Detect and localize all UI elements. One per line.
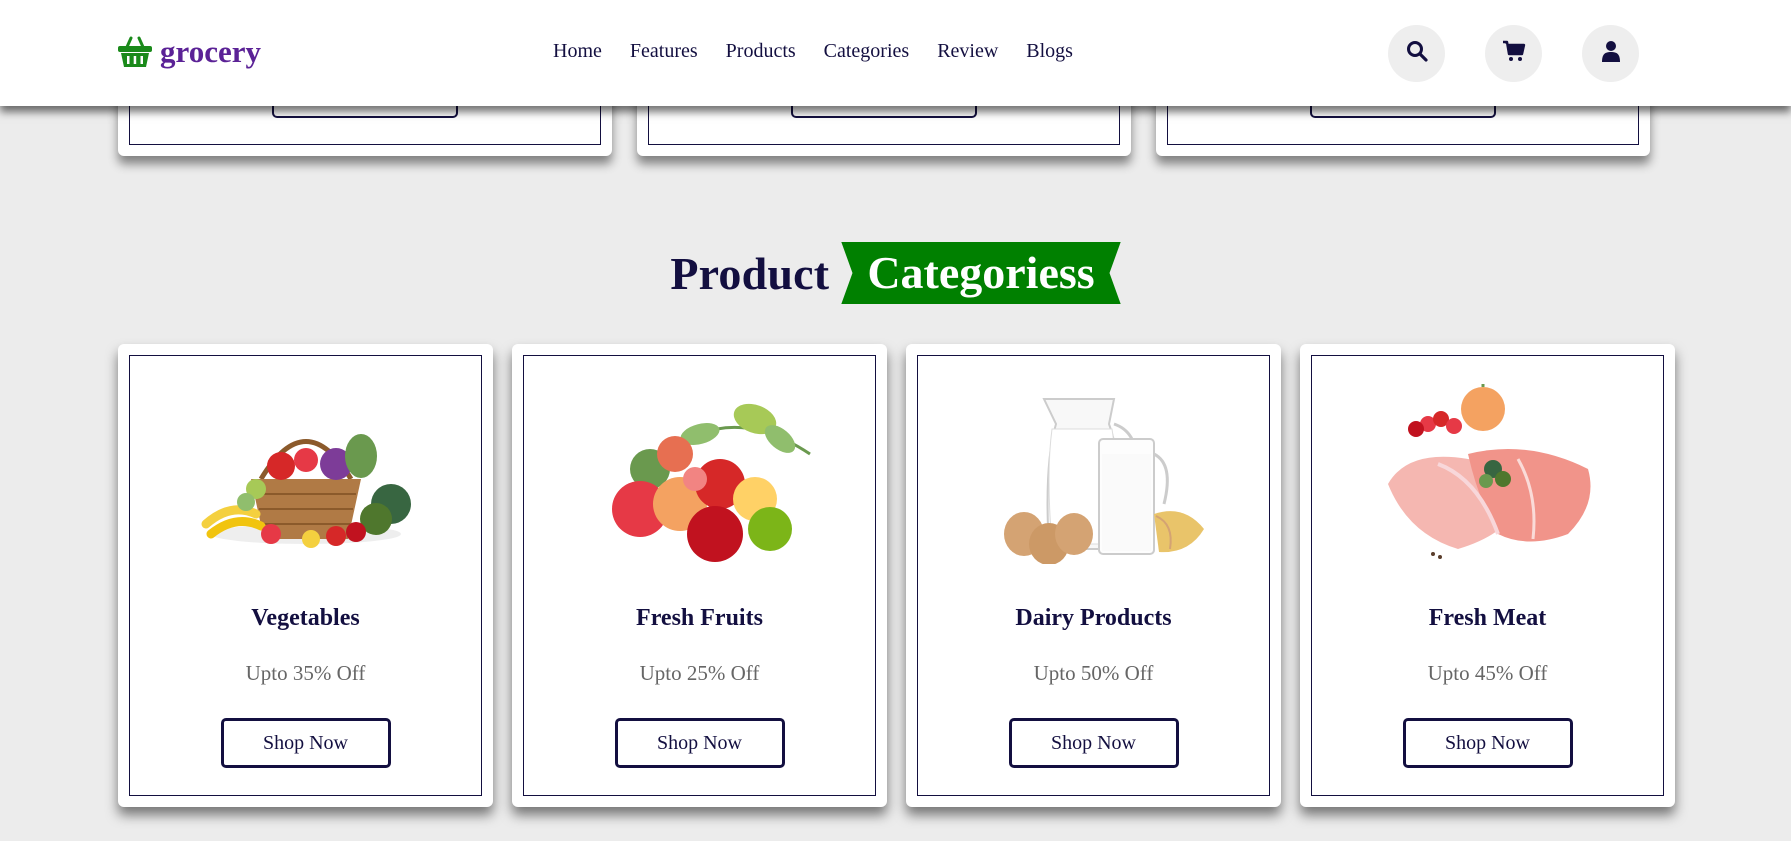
category-card-vegetables: Vegetables Upto 35% Off Shop Now (118, 344, 493, 807)
category-discount: Upto 50% Off (1033, 661, 1154, 685)
search-button[interactable] (1388, 25, 1445, 82)
cart-button[interactable] (1485, 25, 1542, 82)
heading-plain-text: Product (670, 247, 830, 299)
user-icon (1601, 40, 1621, 67)
fresh-fruits-image (611, 403, 811, 562)
category-card-fresh-fruits: Fresh Fruits Upto 25% Off Shop Now (512, 344, 887, 807)
previous-card-button[interactable] (272, 104, 458, 118)
heading-highlight-ribbon: Categoriess (841, 242, 1121, 304)
nav-categories[interactable]: Categories (824, 40, 910, 63)
shop-now-button[interactable]: Shop Now (1008, 718, 1179, 768)
search-icon (1406, 40, 1428, 67)
section-heading: Product Categoriess (0, 242, 1791, 304)
site-header: grocery Home Features Products Categorie… (0, 0, 1791, 106)
header-icons (1388, 25, 1639, 82)
category-discount: Upto 35% Off (245, 661, 366, 685)
previous-card-button[interactable] (1310, 104, 1496, 118)
nav-home[interactable]: Home (553, 40, 602, 63)
category-title: Vegetables (251, 605, 360, 631)
shop-now-button[interactable]: Shop Now (220, 718, 391, 768)
dairy-products-image (1003, 398, 1204, 564)
shop-now-button[interactable]: Shop Now (1402, 718, 1573, 768)
category-card-fresh-meat: Fresh Meat Upto 45% Off Shop Now (1300, 344, 1675, 807)
category-discount: Upto 25% Off (639, 661, 760, 685)
user-button[interactable] (1582, 25, 1639, 82)
shopping-cart-icon (1502, 40, 1526, 67)
category-title: Fresh Fruits (636, 605, 763, 631)
category-title: Fresh Meat (1428, 605, 1547, 631)
nav-review[interactable]: Review (937, 40, 998, 63)
shop-now-button[interactable]: Shop Now (614, 718, 785, 768)
category-card-dairy-products: Dairy Products Upto 50% Off Shop Now (906, 344, 1281, 807)
category-discount: Upto 45% Off (1427, 661, 1548, 685)
main-navigation: Home Features Products Categories Review… (553, 40, 1073, 63)
previous-card-button[interactable] (791, 104, 977, 118)
categories-grid: Vegetables Upto 35% Off Shop Now Fresh F… (118, 344, 1675, 807)
brand-name: grocery (160, 34, 261, 69)
nav-features[interactable]: Features (630, 40, 698, 63)
vegetable-basket-image (201, 434, 411, 548)
fresh-meat-image (1387, 384, 1590, 559)
shopping-basket-icon (117, 35, 153, 69)
nav-products[interactable]: Products (726, 40, 796, 63)
category-title: Dairy Products (1015, 605, 1172, 631)
nav-blogs[interactable]: Blogs (1026, 40, 1073, 63)
brand-logo[interactable]: grocery (117, 34, 261, 70)
